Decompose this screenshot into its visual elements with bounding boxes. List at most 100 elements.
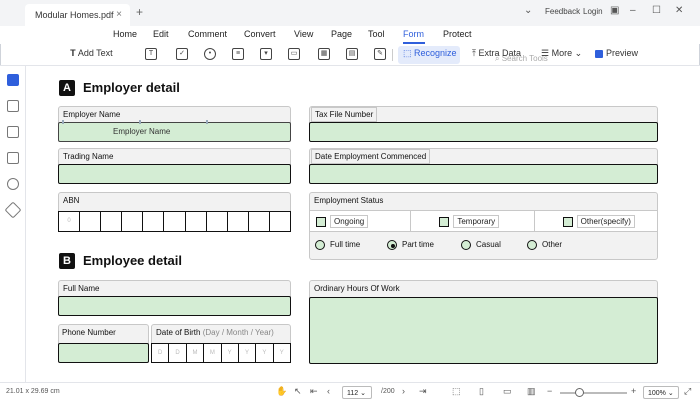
employer-name-field[interactable] <box>58 122 291 142</box>
dob-cell[interactable]: Y <box>222 344 239 362</box>
abn-cell[interactable]: 0 <box>59 212 81 231</box>
feedback-link[interactable]: Feedback <box>545 7 580 16</box>
abn-cell[interactable] <box>122 212 144 231</box>
select-tool-icon[interactable]: ↖ <box>294 386 302 397</box>
next-page-icon[interactable]: › <box>402 386 405 396</box>
dob-cell[interactable]: M <box>187 344 205 362</box>
menu-tool[interactable]: Tool <box>368 29 385 39</box>
thumbnails-icon[interactable] <box>7 74 19 86</box>
dob-cell[interactable]: Y <box>274 344 290 362</box>
abn-cell[interactable] <box>228 212 249 231</box>
radio-tool-icon[interactable]: • <box>204 48 216 60</box>
abn-cell[interactable] <box>186 212 207 231</box>
ordinary-hours-field[interactable] <box>309 297 658 364</box>
login-link[interactable]: Login <box>583 7 603 16</box>
two-page-icon[interactable]: ▭ <box>503 386 512 397</box>
comment-icon[interactable] <box>7 126 19 138</box>
zoom-slider[interactable] <box>560 392 627 394</box>
abn-cell[interactable] <box>101 212 123 231</box>
dob-cell[interactable]: Y <box>239 344 257 362</box>
menu-form[interactable]: Form <box>403 29 424 39</box>
scroll-view-icon[interactable]: ▥ <box>527 386 536 397</box>
extra-data-button[interactable]: ⤒ Extra Data <box>472 48 521 59</box>
radio-part-time[interactable]: Part time <box>387 240 434 250</box>
close-window-icon[interactable]: ✕ <box>675 5 683 16</box>
radio-icon <box>527 240 537 250</box>
prev-page-icon[interactable]: ‹ <box>327 386 330 396</box>
full-name-field[interactable] <box>58 296 291 316</box>
radio-other[interactable]: Other <box>527 240 562 250</box>
chevron-down-icon[interactable]: ⌄ <box>524 5 532 16</box>
search-icon[interactable] <box>7 178 19 190</box>
resize-handle[interactable] <box>62 120 64 124</box>
layers-icon[interactable] <box>4 201 22 219</box>
minimize-icon[interactable]: – <box>630 5 636 16</box>
more-icon: ☰ <box>541 48 552 58</box>
zoom-out-icon[interactable]: − <box>547 386 552 396</box>
single-page-icon[interactable]: ▯ <box>479 386 484 397</box>
radio-icon <box>315 240 325 250</box>
tax-file-number-field[interactable] <box>309 122 658 142</box>
signature-tool-icon[interactable]: ✎ <box>374 48 386 60</box>
check-temporary[interactable]: Temporary <box>411 211 535 231</box>
menu-comment[interactable]: Comment <box>188 29 227 39</box>
maximize-icon[interactable]: ☐ <box>652 5 661 16</box>
trading-name-field[interactable] <box>58 164 291 184</box>
radio-full-time[interactable]: Full time <box>315 240 360 250</box>
document-tab[interactable]: Modular Homes.pdf × <box>25 4 130 26</box>
fullscreen-icon[interactable]: ⤢ <box>684 386 691 397</box>
listbox-tool-icon[interactable]: ≡ <box>232 48 244 60</box>
phone-number-field[interactable] <box>58 343 149 363</box>
page-number-input[interactable]: 112 ⌄ <box>342 386 372 399</box>
dropdown-tool-icon[interactable]: ▾ <box>260 48 272 60</box>
new-tab-icon[interactable]: + <box>136 5 143 19</box>
abn-cell[interactable] <box>164 212 186 231</box>
pdf-page: A Employer detail Employer Name Employer… <box>26 66 700 382</box>
zoom-slider-knob[interactable] <box>575 388 584 397</box>
notification-icon[interactable]: ▣ <box>610 5 619 16</box>
checkbox-tool-icon[interactable]: ✓ <box>176 48 188 60</box>
phone-number-label: Phone Number <box>62 328 116 337</box>
check-ongoing[interactable]: Ongoing <box>310 211 412 231</box>
close-tab-icon[interactable]: × <box>116 9 122 20</box>
date-employment-field[interactable] <box>309 164 658 184</box>
abn-cell[interactable] <box>80 212 102 231</box>
abn-cells[interactable]: 0 <box>58 211 291 232</box>
last-page-icon[interactable]: ⇥ <box>419 386 427 397</box>
resize-handle[interactable] <box>139 120 141 124</box>
abn-cell[interactable] <box>270 212 290 231</box>
resize-handle[interactable] <box>206 120 208 124</box>
bookmark-icon[interactable] <box>7 100 19 112</box>
text-field-icon: 𝐓 <box>70 48 78 58</box>
menu-convert[interactable]: Convert <box>244 29 276 39</box>
image-tool-icon[interactable]: ▦ <box>318 48 330 60</box>
first-page-icon[interactable]: ⇤ <box>310 386 318 397</box>
add-text-button[interactable]: 𝐓 Add Text <box>70 48 113 59</box>
preview-toggle[interactable]: Preview <box>595 48 638 58</box>
radio-casual[interactable]: Casual <box>461 240 501 250</box>
menu-protect[interactable]: Protect <box>443 29 472 39</box>
hand-tool-icon[interactable]: ✋ <box>276 386 287 397</box>
zoom-level-select[interactable]: 100% ⌄ <box>643 386 679 399</box>
fit-page-icon[interactable]: ⬚ <box>452 386 461 397</box>
menu-edit[interactable]: Edit <box>153 29 169 39</box>
check-other[interactable]: Other(specify) <box>535 211 657 231</box>
button-tool-icon[interactable]: ▭ <box>288 48 300 60</box>
dob-cell[interactable]: D <box>169 344 187 362</box>
menu-view[interactable]: View <box>294 29 313 39</box>
abn-cell[interactable] <box>249 212 270 231</box>
dob-cells[interactable]: D D M M Y Y Y Y <box>151 343 291 363</box>
attachment-icon[interactable] <box>7 152 19 164</box>
dob-cell[interactable]: Y <box>256 344 274 362</box>
menu-page[interactable]: Page <box>331 29 352 39</box>
dob-cell[interactable]: D <box>152 344 170 362</box>
radio-icon <box>461 240 471 250</box>
text-field-tool-icon[interactable]: T <box>145 48 157 60</box>
abn-cell[interactable] <box>143 212 165 231</box>
more-button[interactable]: ☰ More ⌄ <box>541 48 582 59</box>
dob-cell[interactable]: M <box>204 344 222 362</box>
abn-cell[interactable] <box>207 212 228 231</box>
zoom-in-icon[interactable]: + <box>631 386 636 396</box>
menu-home[interactable]: Home <box>113 29 137 39</box>
date-tool-icon[interactable]: ▤ <box>346 48 358 60</box>
